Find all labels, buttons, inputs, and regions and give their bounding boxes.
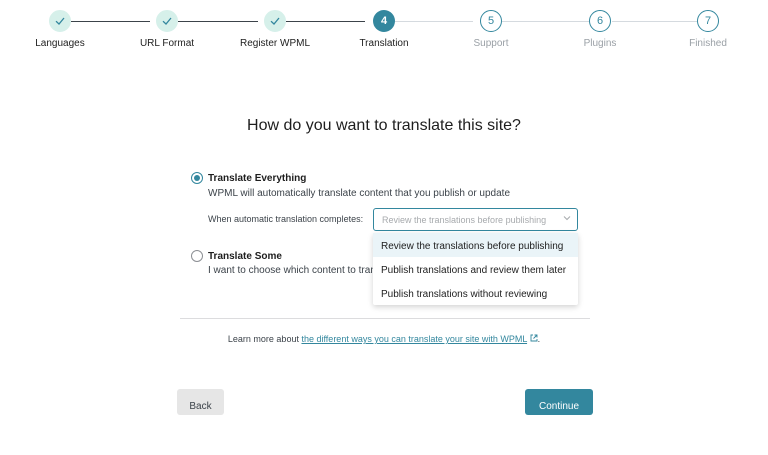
setup-stepper: Languages URL Format Register WPML 4 Tra… [0,0,768,60]
step-label: Register WPML [239,38,310,49]
step-languages: Languages [10,10,110,49]
translate-some-description: I want to choose which content to tran [208,265,376,276]
back-button[interactable]: Back [177,389,224,415]
auto-translation-label: When automatic translation completes: [208,214,364,224]
chevron-down-icon [563,216,571,221]
learn-more-text: Learn more about the different ways you … [0,334,768,344]
external-link-icon[interactable] [530,334,538,342]
step-number: 7 [697,10,719,32]
step-plugins: 6 Plugins [550,10,650,49]
translate-everything-title[interactable]: Translate Everything [208,173,306,184]
step-register-wpml: Register WPML [225,10,325,49]
step-number: 6 [589,10,611,32]
step-label: Plugins [583,38,617,49]
page-title: How do you want to translate this site? [247,117,521,134]
learn-more-suffix: . [537,334,541,344]
step-number: 5 [480,10,502,32]
translate-everything-radio[interactable] [191,172,203,184]
auto-translation-dropdown: Review the translations before publishin… [373,233,578,305]
step-label: Finished [689,38,727,49]
check-icon [156,10,178,32]
divider [180,318,590,319]
step-label: Support [473,38,509,49]
check-icon [49,10,71,32]
step-label: Languages [35,38,85,49]
learn-more-prefix: Learn more about [227,334,302,344]
auto-translation-select[interactable]: Review the translations before publishin… [373,208,578,231]
translate-everything-description: WPML will automatically translate conten… [208,188,511,199]
step-finished: 7 Finished [658,10,758,49]
check-icon [264,10,286,32]
translate-some-radio[interactable] [191,250,203,262]
step-url-format: URL Format [117,10,217,49]
continue-button[interactable]: Continue [525,389,593,415]
step-label: Translation [359,38,409,49]
dropdown-option-publish-no-review[interactable]: Publish translations without reviewing [373,281,578,305]
learn-more-link[interactable]: the different ways you can translate you… [301,334,527,344]
step-translation: 4 Translation [334,10,434,49]
dropdown-option-review[interactable]: Review the translations before publishin… [373,233,578,257]
translate-some-title[interactable]: Translate Some [208,251,282,262]
step-number: 4 [373,10,395,32]
select-value: Review the translations before publishin… [382,215,547,225]
dropdown-option-publish-review-later[interactable]: Publish translations and review them lat… [373,257,578,281]
step-label: URL Format [139,38,195,49]
step-support: 5 Support [441,10,541,49]
